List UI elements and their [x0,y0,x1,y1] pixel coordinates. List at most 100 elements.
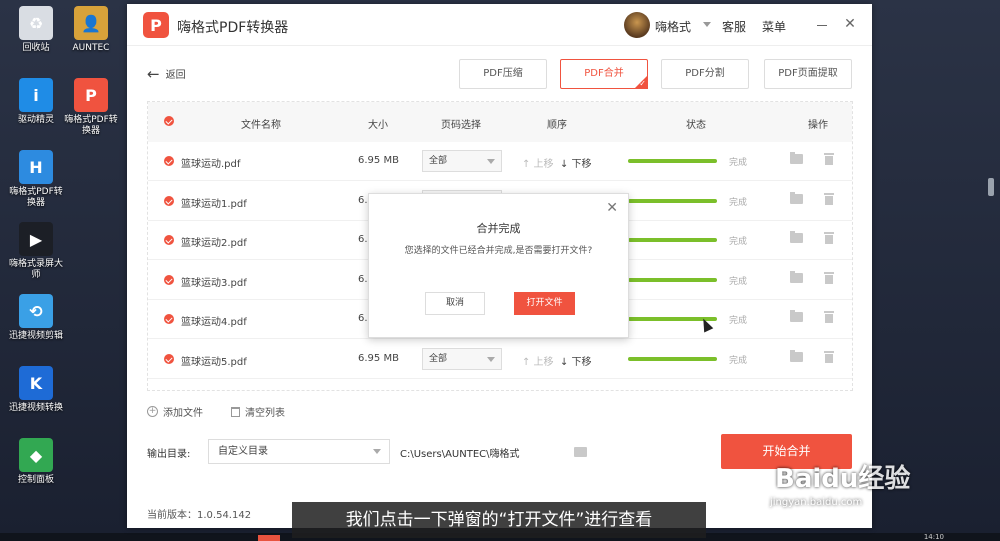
desktop-icon[interactable]: 👤 AUNTEC [63,6,119,54]
tab-label: PDF合并 [584,68,624,79]
select-all-checkbox[interactable] [164,116,174,126]
desktop-app-icon: 👤 [74,6,108,40]
page-select[interactable]: 全部 [422,150,502,172]
version-text: 当前版本：1.0.54.142 [147,510,252,521]
merge-complete-dialog: ✕ 合并完成 您选择的文件已经合并完成,是否需要打开文件? 取消 打开文件 [368,193,629,338]
clear-list-button[interactable]: 清空列表 [231,404,285,419]
desktop-app-icon: i [19,78,53,112]
folder-icon[interactable] [790,310,803,322]
trash-icon[interactable] [824,192,834,205]
folder-icon[interactable] [790,231,803,243]
desktop-icon[interactable]: K 迅捷视频转换 [8,366,64,414]
progress-fill [628,356,717,361]
header-size: 大小 [368,120,388,131]
folder-icon[interactable] [790,191,803,204]
check-icon: ✓ [639,79,646,88]
back-button[interactable]: ← 返回 [147,66,186,81]
tab-pdf-split[interactable]: PDF分割 [661,59,749,89]
tab-pdf-merge[interactable]: PDF合并 ✓ [560,59,648,89]
output-dir-select[interactable]: 自定义目录 [208,439,390,464]
desktop-icon[interactable]: P 嗨格式PDF转换器 [63,78,119,137]
folder-icon[interactable] [790,349,803,362]
page-select-value: 全部 [429,156,448,166]
trash-icon[interactable] [824,232,834,244]
trash-icon[interactable] [824,153,834,165]
close-icon[interactable]: ✕ [842,16,858,32]
desktop-icon-label: 驱动精灵 [17,115,54,125]
page-select[interactable]: 全部 [422,347,502,370]
file-name: 篮球运动3.pdf [181,277,247,289]
header-pages: 页码选择 [441,120,481,131]
row-checkbox[interactable] [164,235,174,245]
avatar[interactable] [624,12,650,38]
row-checkbox[interactable] [164,274,174,285]
service-button[interactable]: 客服 [722,18,746,35]
move-down-button[interactable]: ↓ 下移 [560,155,592,170]
desktop-app-icon: ⟲ [19,294,53,328]
desktop-icon[interactable]: ▶ 嗨格式录屏大师 [8,222,64,281]
move-up-button[interactable]: ↑ 上移 [522,155,554,170]
row-checkbox[interactable] [164,195,174,206]
file-size: 6.95 MB [358,352,399,364]
output-dir-value: 自定义目录 [218,446,268,457]
desktop-icon[interactable]: H 嗨格式PDF转换器 [8,150,64,209]
trash-icon[interactable] [824,350,834,363]
page-select-value: 全部 [429,353,448,364]
back-label: 返回 [165,70,186,81]
row-checkbox[interactable] [164,156,174,166]
progress-bar [628,198,717,203]
tab-label: PDF分割 [685,68,725,79]
video-subtitle: 我们点击一下弹窗的“打开文件”进行查看 [292,502,706,538]
tab-pdf-page-extract[interactable]: PDF页面提取 [764,59,852,89]
status-text: 完成 [729,276,748,287]
desktop-icon-label: AUNTEC [72,43,110,53]
chevron-down-icon [487,356,495,362]
status-text: 完成 [729,355,748,366]
add-file-button[interactable]: + 添加文件 [147,404,203,419]
desktop-icon-label: 嗨格式PDF转换器 [9,187,63,208]
folder-icon[interactable] [790,270,803,283]
desktop-icon[interactable]: i 驱动精灵 [8,78,64,126]
username[interactable]: 嗨格式 [655,18,691,35]
arrow-left-icon: ← [147,64,160,83]
taskbar-app-pdf-converter[interactable] [258,535,280,541]
minimize-icon[interactable] [817,25,827,26]
dialog-close-icon[interactable]: ✕ [606,200,618,216]
trash-icon[interactable] [824,311,834,323]
dialog-title: 合并完成 [476,222,521,235]
trash-icon[interactable] [824,271,834,284]
dialog-cancel-button[interactable]: 取消 [425,292,485,315]
row-checkbox[interactable] [164,353,174,364]
taskbar-clock: 14:10 [923,533,944,541]
app-window: P 嗨格式PDF转换器 嗨格式 客服 菜单 ✕ ← 返回 PDF压缩 PDF合并… [127,4,872,528]
desktop-icon[interactable]: ♻ 回收站 [8,6,64,54]
chevron-down-icon [487,159,495,164]
move-down-button[interactable]: ↓ 下移 [560,353,592,368]
progress-fill [628,198,717,203]
desktop-icon[interactable]: ◆ 控制面板 [8,438,64,486]
header-order: 顺序 [547,120,567,131]
folder-icon[interactable] [790,152,803,164]
folder-icon[interactable] [574,447,587,457]
menu-button[interactable]: 菜单 [762,18,786,35]
progress-bar [628,238,717,242]
dialog-message: 您选择的文件已经合并完成,是否需要打开文件? [404,246,593,256]
tab-pdf-compress[interactable]: PDF压缩 [459,59,547,89]
title-bar: P 嗨格式PDF转换器 嗨格式 客服 菜单 ✕ [127,4,872,46]
file-name: 篮球运动4.pdf [181,317,247,328]
user-dropdown-icon[interactable] [703,22,711,27]
header-status: 状态 [686,120,706,131]
desktop-icon[interactable]: ⟲ 迅捷视频剪辑 [8,294,64,342]
status-text: 完成 [729,316,748,326]
dialog-open-file-button[interactable]: 打开文件 [514,292,575,315]
trash-icon [231,406,240,417]
app-title: 嗨格式PDF转换器 [177,20,289,36]
row-checkbox[interactable] [164,314,174,324]
file-name: 篮球运动5.pdf [181,356,247,368]
desktop-app-icon: ◆ [19,438,53,472]
desktop-app-icon: K [19,366,53,400]
table-header: 文件名称 大小 页码选择 顺序 状态 操作 [148,102,852,142]
progress-fill [628,159,717,163]
move-up-button[interactable]: ↑ 上移 [522,353,554,368]
desktop-app-icon: P [74,78,108,112]
